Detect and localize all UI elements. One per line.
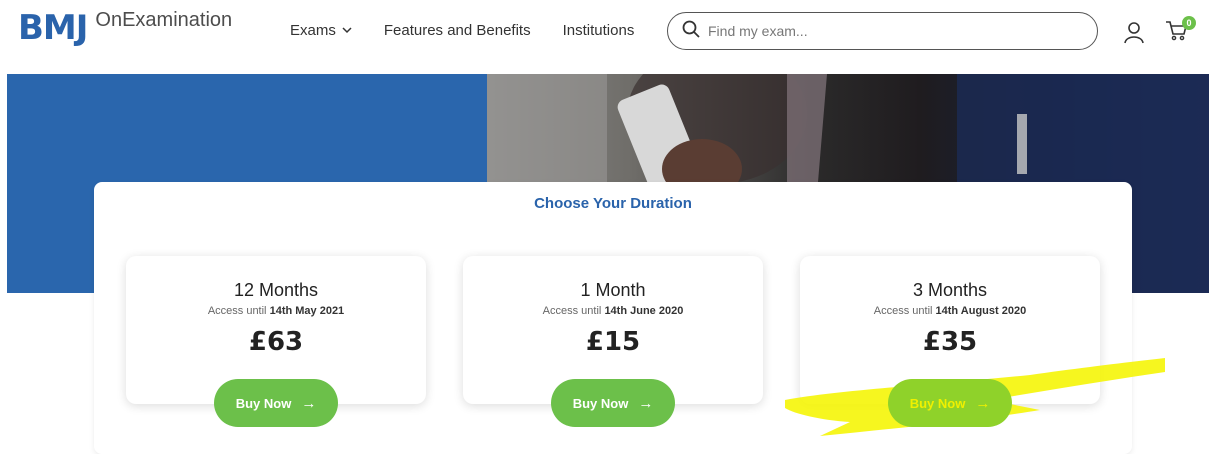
access-date: 14th June 2020 xyxy=(604,305,684,317)
cart-count-badge: 0 xyxy=(1182,16,1196,30)
plan-title: 12 Months xyxy=(233,280,319,300)
buy-now-label: Buy Now xyxy=(572,395,629,411)
plan-access: Access until 14th May 2021 xyxy=(126,305,426,317)
search-input[interactable] xyxy=(708,23,1068,39)
plan-title: 1 Month xyxy=(580,280,646,300)
nav-features-and-benefits[interactable]: Features and Benefits xyxy=(384,22,531,39)
buy-now-label: Buy Now xyxy=(235,395,292,411)
buy-now-label: Buy Now xyxy=(909,395,966,411)
bmj-logo[interactable]: BMJ OnExamination xyxy=(18,8,232,48)
plan-price: £35 xyxy=(922,327,978,357)
plan-access: Access until 14th June 2020 xyxy=(463,305,763,317)
arrow-right-icon: → xyxy=(638,394,654,412)
main-nav: Exams Features and Benefits Institutions xyxy=(290,22,666,39)
access-date: 14th August 2020 xyxy=(935,305,1027,317)
plan-price: £15 xyxy=(585,327,641,357)
access-prefix: Access until xyxy=(873,305,933,317)
plan-access: Access until 14th August 2020 xyxy=(800,305,1100,317)
user-account-icon[interactable] xyxy=(1122,20,1146,49)
plan-price: £63 xyxy=(248,327,304,357)
nav-exams[interactable]: Exams xyxy=(290,22,352,39)
search-icon xyxy=(682,20,700,43)
access-prefix: Access until xyxy=(542,305,602,317)
buy-now-button-1-month[interactable]: Buy Now → xyxy=(551,379,675,427)
nav-institutions-label: Institutions xyxy=(562,22,635,39)
chevron-down-icon xyxy=(342,26,352,37)
nav-exams-label: Exams xyxy=(290,22,336,39)
access-prefix: Access until xyxy=(207,305,267,317)
logo-product-text: OnExamination xyxy=(95,9,233,31)
choose-duration-heading: Choose Your Duration xyxy=(534,195,692,212)
nav-features-label: Features and Benefits xyxy=(383,22,531,39)
access-date: 14th May 2021 xyxy=(269,305,345,317)
buy-now-button-12-months[interactable]: Buy Now → xyxy=(214,379,338,427)
arrow-right-icon: → xyxy=(301,394,317,412)
site-header: BMJ OnExamination Exams Features and Ben… xyxy=(0,0,1209,64)
plan-title: 3 Months xyxy=(912,280,988,300)
logo-bmj-text: BMJ xyxy=(18,8,88,48)
buy-now-button-3-months[interactable]: Buy Now → xyxy=(888,379,1012,427)
nav-institutions[interactable]: Institutions xyxy=(563,22,635,39)
search-box[interactable] xyxy=(667,12,1098,50)
arrow-right-icon: → xyxy=(975,394,991,412)
